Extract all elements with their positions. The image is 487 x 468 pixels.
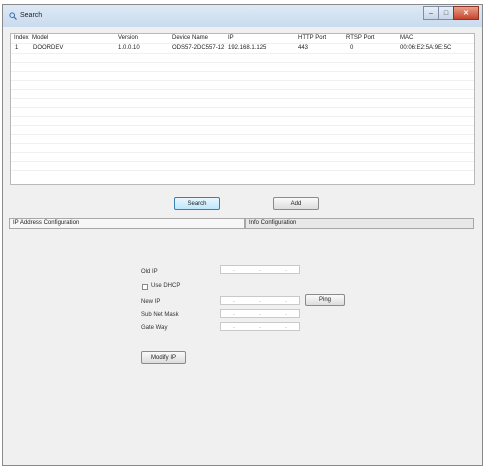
empty-row <box>11 170 474 180</box>
new-ip-field[interactable]: . . . <box>220 296 300 305</box>
ping-button[interactable]: Ping <box>305 294 345 306</box>
cell-index: 1 <box>15 45 19 51</box>
gateway-label: Gate Way <box>141 325 168 331</box>
ip-dot: . <box>233 310 235 317</box>
new-ip-label: New IP <box>141 299 161 305</box>
column-header-index[interactable]: Index <box>14 34 29 43</box>
column-header-http-port[interactable]: HTTP Port <box>298 34 326 43</box>
ip-dot: . <box>285 310 287 317</box>
ip-dot: . <box>233 266 235 273</box>
subnet-mask-label: Sub Net Mask <box>141 312 179 318</box>
old-ip-field[interactable]: . . . <box>220 265 300 274</box>
ip-dot: . <box>259 323 261 330</box>
search-window: Search – □ ✕ Index Model Version Device … <box>2 4 483 466</box>
cell-http-port: 443 <box>298 45 309 51</box>
maximize-button[interactable]: □ <box>438 6 454 20</box>
gateway-field[interactable]: . . . <box>220 322 300 331</box>
column-header-mac[interactable]: MAC <box>400 34 413 43</box>
search-icon <box>9 12 17 20</box>
search-button[interactable]: Search <box>174 197 220 210</box>
close-button[interactable]: ✕ <box>453 6 479 20</box>
ip-dot: . <box>259 266 261 273</box>
device-list[interactable]: Index Model Version Device Name IP HTTP … <box>10 33 475 185</box>
cell-version: 1.0.0.10 <box>118 45 140 51</box>
ip-dot: . <box>259 297 261 304</box>
minimize-button[interactable]: – <box>423 6 439 20</box>
use-dhcp-label: Use DHCP <box>151 283 181 289</box>
ip-configuration-header: IP Address Configuration <box>9 218 245 229</box>
use-dhcp-checkbox[interactable] <box>142 284 148 290</box>
column-header-device-name[interactable]: Device Name <box>172 34 208 43</box>
column-header-version[interactable]: Version <box>118 34 138 43</box>
window-title: Search <box>20 12 43 19</box>
window-content: Index Model Version Device Name IP HTTP … <box>8 31 477 461</box>
info-configuration-header: Info Configuration <box>245 218 474 229</box>
column-header-ip[interactable]: IP <box>228 34 234 43</box>
cell-ip: 192.168.1.125 <box>228 45 267 51</box>
cell-model: DOORDEV <box>33 45 64 51</box>
column-header-model[interactable]: Model <box>32 34 48 43</box>
window-controls: – □ ✕ <box>423 6 479 22</box>
device-list-header: Index Model Version Device Name IP HTTP … <box>11 34 474 43</box>
ip-dot: . <box>233 297 235 304</box>
cell-mac: 00:06:E2:5A:9E:5C <box>400 45 452 51</box>
old-ip-label: Old IP <box>141 269 158 275</box>
ip-dot: . <box>285 297 287 304</box>
ip-dot: . <box>285 266 287 273</box>
column-header-rtsp-port[interactable]: RTSP Port <box>346 34 374 43</box>
ip-dot: . <box>259 310 261 317</box>
subnet-mask-field[interactable]: . . . <box>220 309 300 318</box>
title-bar[interactable]: Search – □ ✕ <box>3 5 482 27</box>
ip-dot: . <box>233 323 235 330</box>
cell-rtsp-port: 0 <box>350 45 354 51</box>
cell-device-name: ODS57-2DC557-12 <box>172 45 225 51</box>
add-button[interactable]: Add <box>273 197 319 210</box>
modify-ip-button[interactable]: Modify IP <box>141 351 186 364</box>
ip-dot: . <box>285 323 287 330</box>
